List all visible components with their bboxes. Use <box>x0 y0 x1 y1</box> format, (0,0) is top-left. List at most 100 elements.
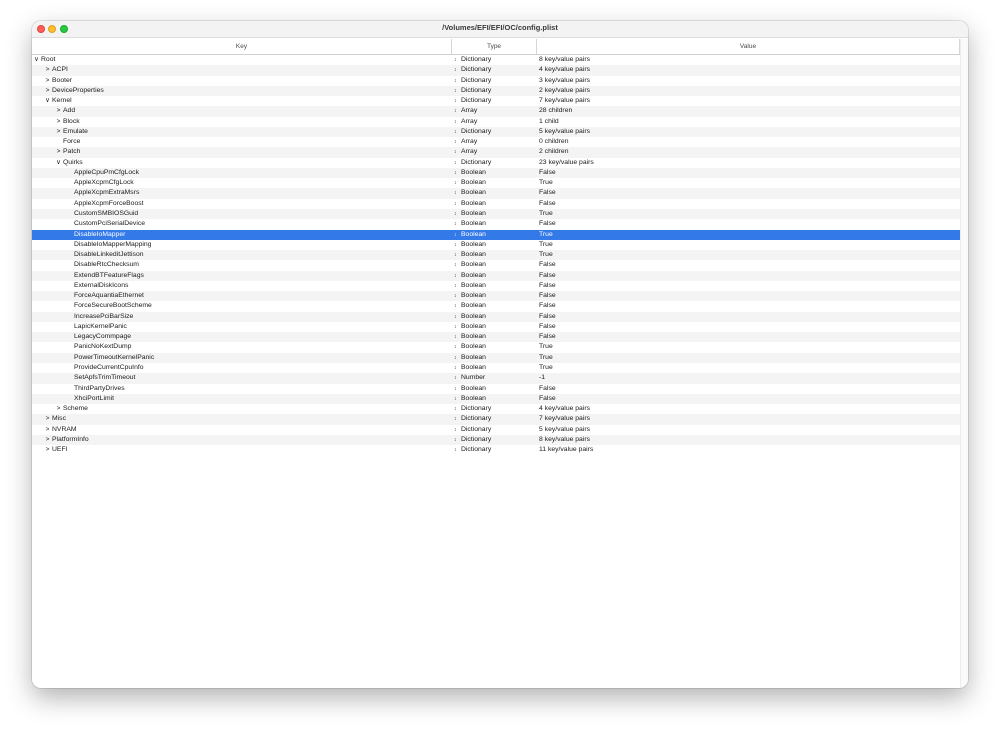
table-row[interactable]: > Emulate ↕ Dictionary 5 key/value pairs <box>32 126 960 138</box>
row-value[interactable]: False <box>539 260 959 270</box>
collapsed-chevron-icon[interactable]: > <box>43 76 52 86</box>
type-stepper-icon[interactable]: ↕ <box>454 384 461 394</box>
row-type[interactable]: ↕ Boolean <box>454 291 537 301</box>
table-row[interactable]: AppleXcpmCfgLock ↕ Boolean True <box>32 178 960 188</box>
type-stepper-icon[interactable]: ↕ <box>454 404 461 414</box>
row-value[interactable]: False <box>539 332 959 342</box>
table-row[interactable]: ForceAquantiaEthernet ↕ Boolean False <box>32 291 960 302</box>
row-type[interactable]: ↕ Dictionary <box>454 445 537 455</box>
column-header-value[interactable]: Value <box>537 39 960 54</box>
type-stepper-icon[interactable]: ↕ <box>454 260 461 270</box>
type-stepper-icon[interactable]: ↕ <box>454 158 461 168</box>
row-type[interactable]: ↕ Dictionary <box>454 96 537 106</box>
row-value[interactable]: False <box>539 168 959 178</box>
row-value[interactable]: 4 key/value pairs <box>539 404 959 414</box>
column-header-key[interactable]: Key <box>32 39 452 54</box>
plist-outline[interactable]: ∨ Root ↕ Dictionary 8 key/value pairs > ACPI ↕ D… <box>32 55 960 455</box>
table-row[interactable]: CustomPciSerialDevice ↕ Boolean False <box>32 219 960 229</box>
column-header-type[interactable]: Type <box>452 39 537 54</box>
type-stepper-icon[interactable]: ↕ <box>454 117 461 127</box>
row-value[interactable]: 2 children <box>539 147 959 157</box>
row-value[interactable]: 7 key/value pairs <box>539 96 959 106</box>
row-value[interactable]: 7 key/value pairs <box>539 414 959 424</box>
type-stepper-icon[interactable]: ↕ <box>454 445 461 455</box>
table-row[interactable]: AppleXcpmForceBoost ↕ Boolean False <box>32 199 960 209</box>
row-value[interactable]: False <box>539 322 959 332</box>
type-stepper-icon[interactable]: ↕ <box>454 55 461 65</box>
row-type[interactable]: ↕ Dictionary <box>454 158 537 168</box>
type-stepper-icon[interactable]: ↕ <box>454 312 461 322</box>
row-type[interactable]: ↕ Boolean <box>454 312 537 322</box>
type-stepper-icon[interactable]: ↕ <box>454 137 461 147</box>
type-stepper-icon[interactable]: ↕ <box>454 353 461 363</box>
row-value[interactable]: True <box>539 230 959 240</box>
row-type[interactable]: ↕ Array <box>454 117 537 127</box>
table-row[interactable]: > Add ↕ Array 28 children <box>32 106 960 117</box>
table-row[interactable]: ForceSecureBootScheme ↕ Boolean False <box>32 301 960 311</box>
row-type[interactable]: ↕ Boolean <box>454 219 537 229</box>
table-row[interactable]: CustomSMBIOSGuid ↕ Boolean True <box>32 208 960 220</box>
row-type[interactable]: ↕ Dictionary <box>454 55 537 65</box>
type-stepper-icon[interactable]: ↕ <box>454 332 461 342</box>
table-row[interactable]: > ACPI ↕ Dictionary 4 key/value pairs <box>32 65 960 76</box>
table-row[interactable]: DisableIoMapperMapping ↕ Boolean True <box>32 240 960 250</box>
vertical-scrollbar[interactable] <box>960 39 968 688</box>
collapsed-chevron-icon[interactable]: > <box>43 425 52 435</box>
type-stepper-icon[interactable]: ↕ <box>454 219 461 229</box>
type-stepper-icon[interactable]: ↕ <box>454 127 461 137</box>
row-type[interactable]: ↕ Array <box>454 106 537 116</box>
type-stepper-icon[interactable]: ↕ <box>454 342 461 352</box>
table-row[interactable]: ExtendBTFeatureFlags ↕ Boolean False <box>32 270 960 281</box>
row-value[interactable]: 23 key/value pairs <box>539 158 959 168</box>
type-stepper-icon[interactable]: ↕ <box>454 240 461 250</box>
table-row[interactable]: AppleXcpmExtraMsrs ↕ Boolean False <box>32 188 960 199</box>
type-stepper-icon[interactable]: ↕ <box>454 106 461 116</box>
row-type[interactable]: ↕ Dictionary <box>454 414 537 424</box>
collapsed-chevron-icon[interactable]: > <box>54 117 63 127</box>
type-stepper-icon[interactable]: ↕ <box>454 209 461 219</box>
table-row[interactable]: > UEFI ↕ Dictionary 11 key/value pairs <box>32 445 960 455</box>
row-value[interactable]: False <box>539 301 959 311</box>
table-row[interactable]: > Patch ↕ Array 2 children <box>32 147 960 158</box>
type-stepper-icon[interactable]: ↕ <box>454 65 461 75</box>
row-value[interactable]: True <box>539 342 959 352</box>
row-type[interactable]: ↕ Boolean <box>454 281 537 291</box>
row-type[interactable]: ↕ Array <box>454 147 537 157</box>
collapsed-chevron-icon[interactable]: > <box>54 404 63 414</box>
type-stepper-icon[interactable]: ↕ <box>454 199 461 209</box>
collapsed-chevron-icon[interactable]: > <box>43 435 52 445</box>
type-stepper-icon[interactable]: ↕ <box>454 363 461 373</box>
type-stepper-icon[interactable]: ↕ <box>454 425 461 435</box>
row-type[interactable]: ↕ Dictionary <box>454 76 537 86</box>
row-value[interactable]: False <box>539 188 959 198</box>
collapsed-chevron-icon[interactable]: > <box>54 127 63 137</box>
table-row[interactable]: ThirdPartyDrives ↕ Boolean False <box>32 384 960 394</box>
collapsed-chevron-icon[interactable]: > <box>43 445 52 455</box>
collapsed-chevron-icon[interactable]: > <box>54 147 63 157</box>
type-stepper-icon[interactable]: ↕ <box>454 301 461 311</box>
table-row[interactable]: LegacyCommpage ↕ Boolean False <box>32 332 960 343</box>
row-value[interactable]: 11 key/value pairs <box>539 445 959 455</box>
row-value[interactable]: 8 key/value pairs <box>539 435 959 445</box>
row-type[interactable]: ↕ Dictionary <box>454 404 537 414</box>
type-stepper-icon[interactable]: ↕ <box>454 373 461 383</box>
row-value[interactable]: 5 key/value pairs <box>539 127 959 137</box>
row-type[interactable]: ↕ Array <box>454 137 537 147</box>
table-row[interactable]: XhciPortLimit ↕ Boolean False <box>32 393 960 405</box>
row-type[interactable]: ↕ Dictionary <box>454 435 537 445</box>
row-value[interactable]: True <box>539 250 959 260</box>
table-row[interactable]: > Booter ↕ Dictionary 3 key/value pairs <box>32 76 960 86</box>
table-row[interactable]: > Misc ↕ Dictionary 7 key/value pairs <box>32 414 960 425</box>
row-type[interactable]: ↕ Boolean <box>454 188 537 198</box>
row-value[interactable]: False <box>539 281 959 291</box>
row-value[interactable]: 1 child <box>539 117 959 127</box>
row-value[interactable]: 3 key/value pairs <box>539 76 959 86</box>
expanded-chevron-icon[interactable]: ∨ <box>54 158 63 168</box>
table-row[interactable]: > PlatformInfo ↕ Dictionary 8 key/value pair… <box>32 434 960 446</box>
table-row[interactable]: IncreasePciBarSize ↕ Boolean False <box>32 311 960 322</box>
collapsed-chevron-icon[interactable]: > <box>43 86 52 96</box>
type-stepper-icon[interactable]: ↕ <box>454 178 461 188</box>
row-type[interactable]: ↕ Boolean <box>454 240 537 250</box>
type-stepper-icon[interactable]: ↕ <box>454 291 461 301</box>
row-type[interactable]: ↕ Boolean <box>454 209 537 219</box>
